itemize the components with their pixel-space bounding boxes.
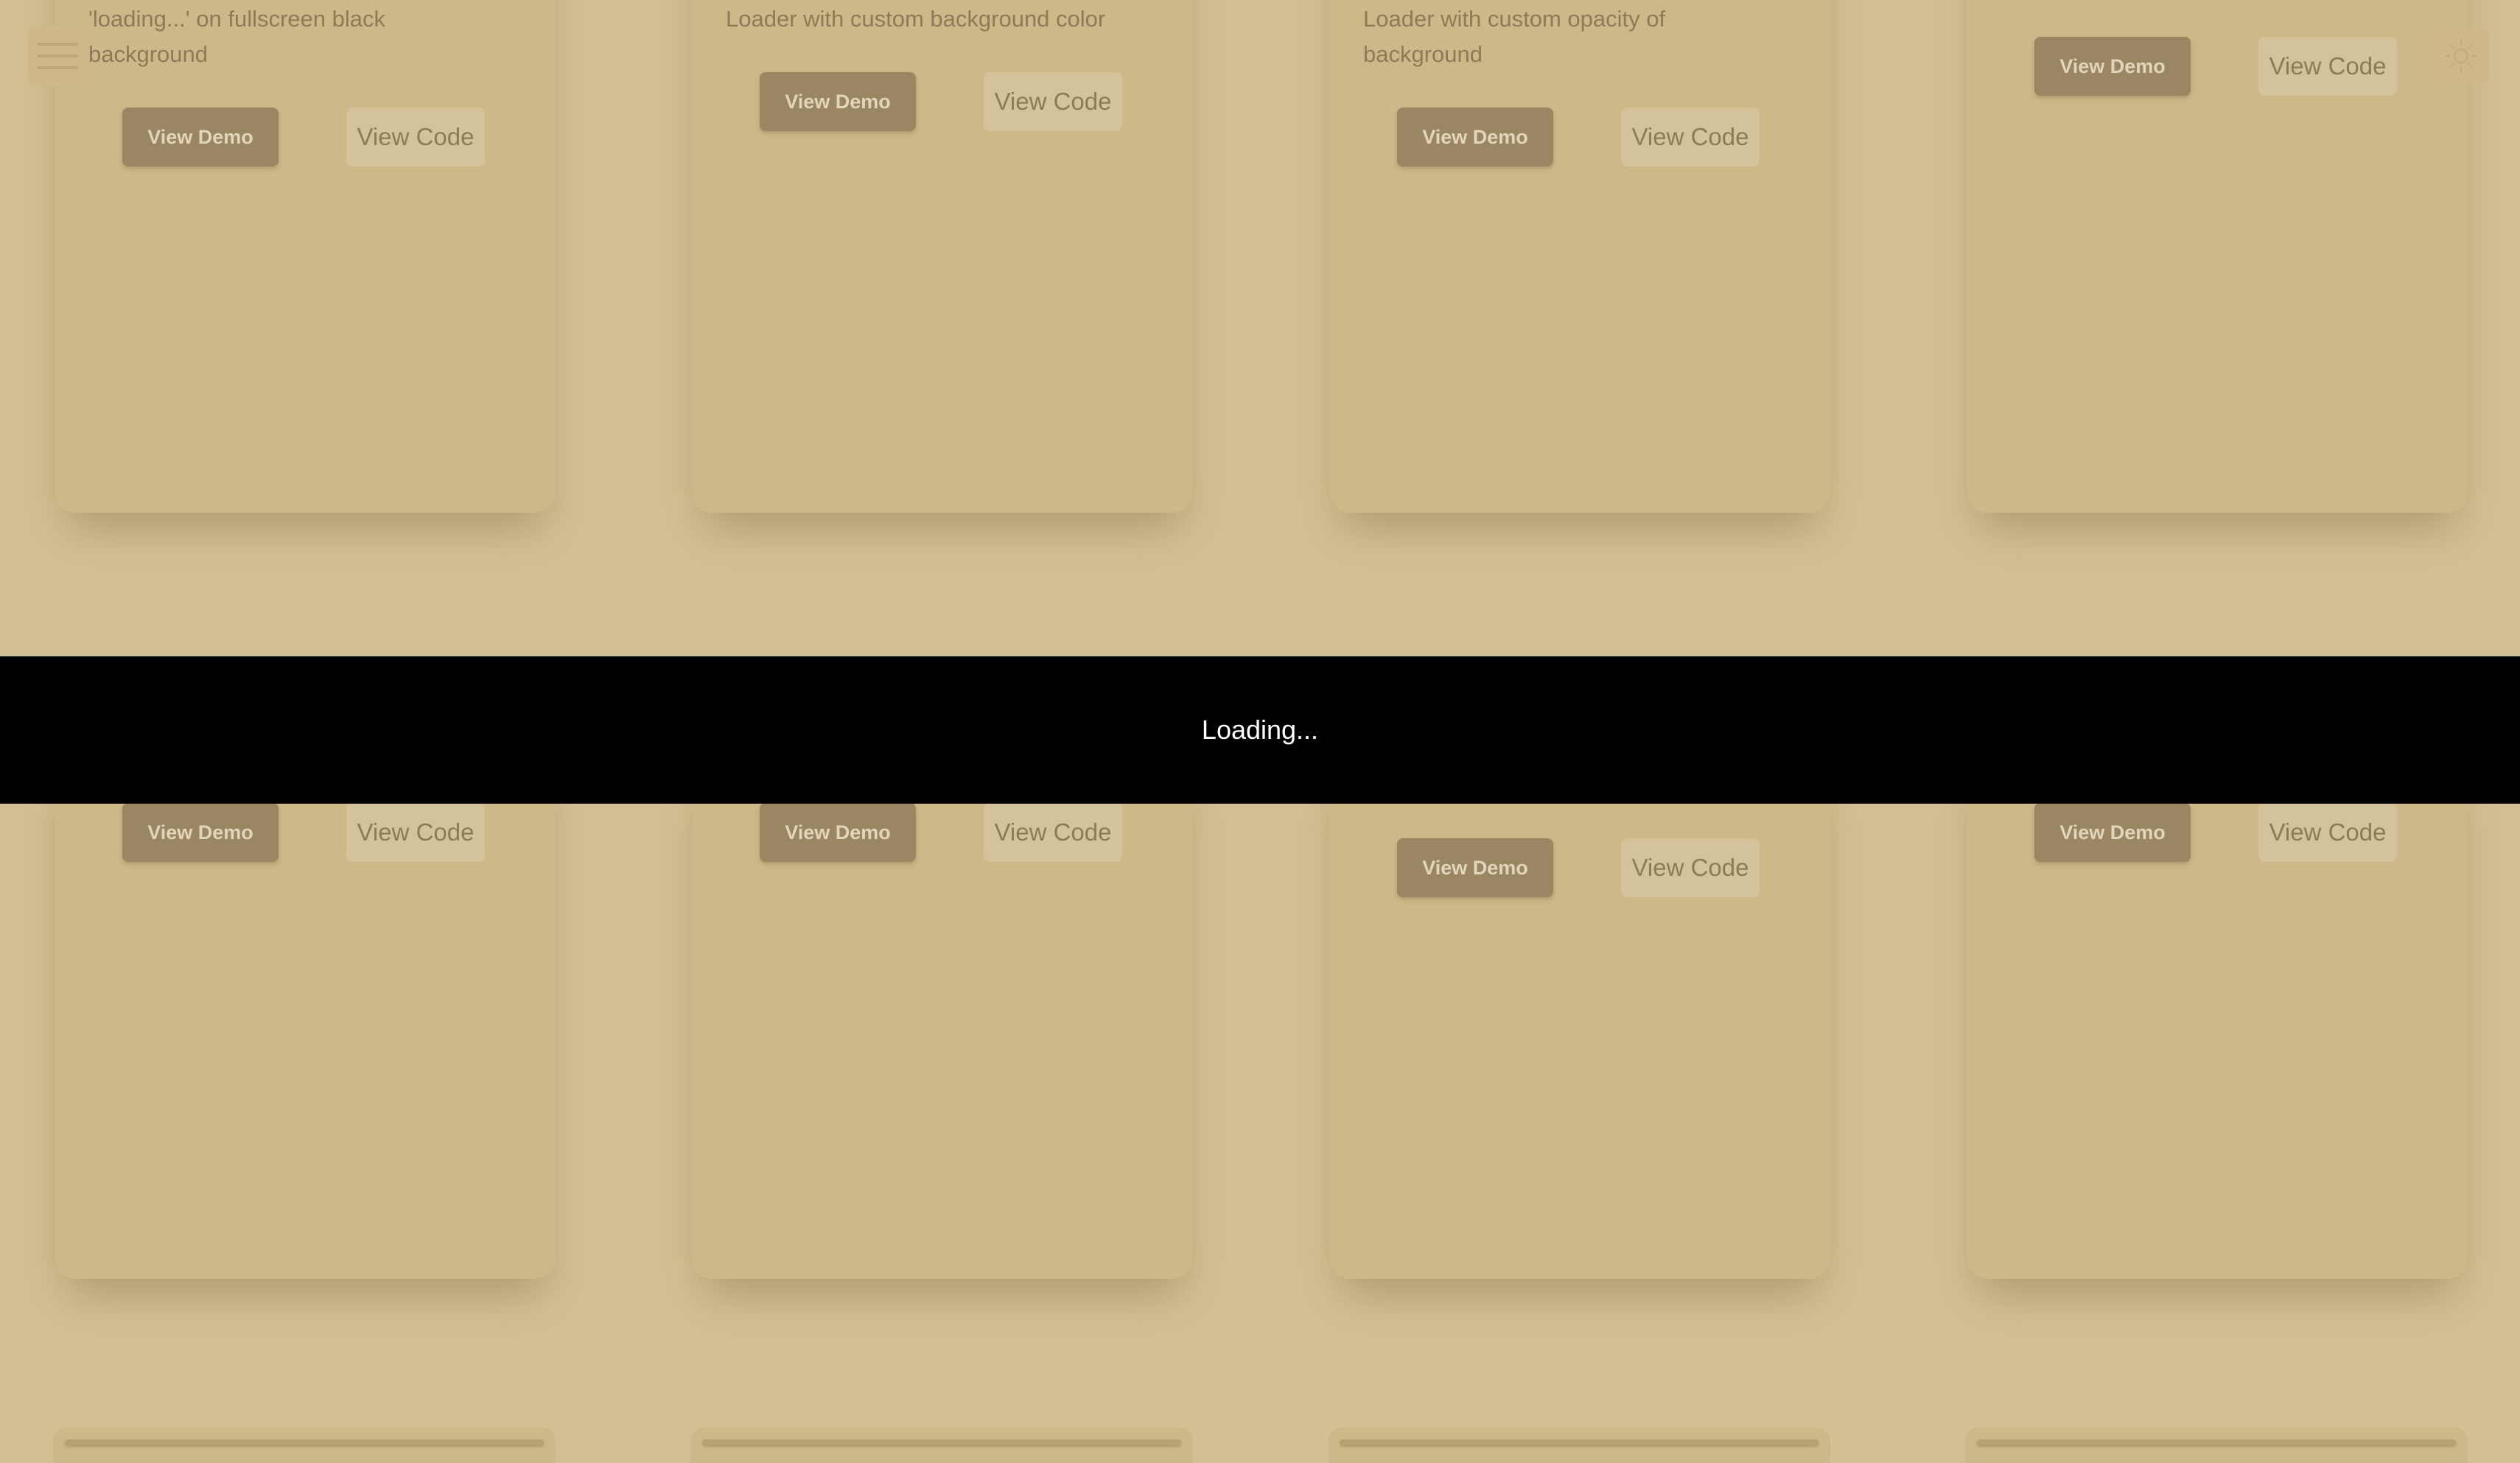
loader-card: [53, 1428, 556, 1463]
loading-overlay: Loading...: [0, 656, 2520, 804]
card-description: 'loading...' on fullscreen black backgro…: [88, 6, 386, 67]
menu-line: [37, 43, 78, 46]
loader-card: [1329, 751, 1830, 1279]
view-code-button[interactable]: View Code: [1621, 108, 1760, 166]
view-demo-button[interactable]: View Demo: [122, 108, 279, 166]
view-demo-button[interactable]: View Demo: [1397, 108, 1553, 166]
card-top-bar: [1340, 1439, 1819, 1445]
loader-card: [1965, 1428, 2468, 1463]
view-code-button[interactable]: View Code: [346, 108, 485, 166]
card-top-bar: [702, 1439, 1181, 1445]
menu-line: [37, 66, 78, 69]
loader-card: [690, 1428, 1193, 1463]
view-demo-button[interactable]: View Demo: [760, 803, 916, 862]
page: 'loading...' on fullscreen black backgro…: [0, 0, 2520, 1463]
loader-card: [1329, 0, 1830, 513]
view-code-button[interactable]: View Code: [346, 803, 485, 862]
view-demo-button[interactable]: View Demo: [2034, 37, 2191, 96]
loader-card: [1328, 1428, 1830, 1463]
view-code-button[interactable]: View Code: [2258, 37, 2397, 96]
view-code-button[interactable]: View Code: [984, 72, 1122, 131]
card-top-bar: [65, 1439, 544, 1445]
view-code-button[interactable]: View Code: [1621, 838, 1760, 897]
loading-text: Loading...: [1201, 715, 1319, 745]
view-demo-button[interactable]: View Demo: [2034, 803, 2191, 862]
sun-icon: [2445, 40, 2477, 72]
card-top-bar: [1977, 1439, 2456, 1445]
view-demo-button[interactable]: View Demo: [760, 72, 916, 131]
view-demo-button[interactable]: View Demo: [1397, 838, 1553, 897]
view-code-button[interactable]: View Code: [984, 803, 1122, 862]
loader-card: [55, 0, 556, 513]
theme-toggle-button[interactable]: [2433, 28, 2489, 84]
view-code-button[interactable]: View Code: [2258, 803, 2397, 862]
card-description: Loader with custom opacity of background: [1363, 6, 1666, 67]
hamburger-menu-icon[interactable]: [28, 27, 87, 85]
card-description: Loader with custom background color: [726, 6, 1106, 32]
menu-line: [37, 55, 78, 57]
view-demo-button[interactable]: View Demo: [122, 803, 279, 862]
